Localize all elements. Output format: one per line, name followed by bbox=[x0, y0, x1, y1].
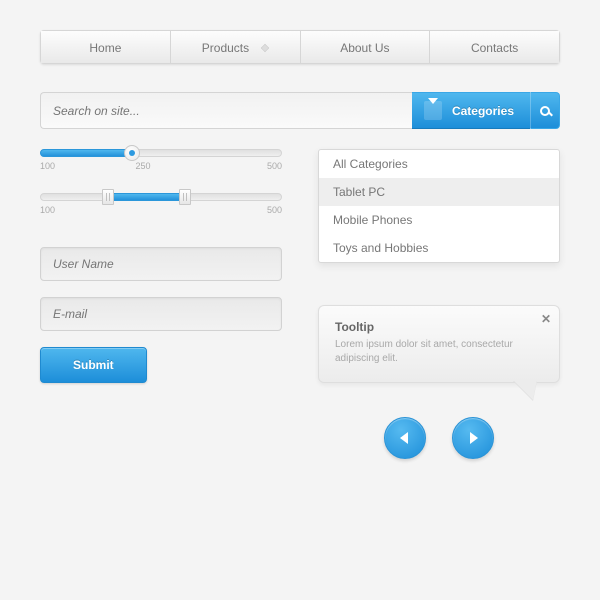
dropdown-indicator-icon bbox=[261, 44, 269, 52]
dropdown-item[interactable]: All Categories bbox=[319, 150, 559, 178]
categories-label: Categories bbox=[452, 104, 514, 118]
categories-button[interactable]: Categories bbox=[412, 92, 530, 129]
pager-buttons bbox=[318, 417, 560, 459]
range-track[interactable] bbox=[40, 193, 282, 201]
arrow-right-icon bbox=[470, 432, 478, 444]
submit-button[interactable]: Submit bbox=[40, 347, 147, 383]
tooltip-tail-icon bbox=[513, 380, 537, 400]
nav-item-home[interactable]: Home bbox=[40, 30, 170, 64]
previous-button[interactable] bbox=[384, 417, 426, 459]
nav-label: About Us bbox=[340, 41, 389, 55]
nav-label: Products bbox=[202, 41, 249, 55]
dropdown-item[interactable]: Toys and Hobbies bbox=[319, 234, 559, 262]
top-nav: Home Products About Us Contacts bbox=[40, 30, 560, 64]
slider-handle[interactable] bbox=[124, 145, 140, 161]
nav-item-contacts[interactable]: Contacts bbox=[429, 30, 560, 64]
search-button[interactable] bbox=[530, 92, 560, 129]
slider-track[interactable] bbox=[40, 149, 282, 157]
range-handle-low[interactable] bbox=[102, 189, 114, 205]
slider-range: 100 500 bbox=[40, 193, 282, 215]
tooltip-bubble: ✕ Tooltip Lorem ipsum dolor sit amet, co… bbox=[318, 305, 560, 383]
nav-label: Home bbox=[89, 41, 121, 55]
range-max-label: 500 bbox=[267, 205, 282, 215]
dropdown-item[interactable]: Mobile Phones bbox=[319, 206, 559, 234]
range-handle-high[interactable] bbox=[179, 189, 191, 205]
dropdown-item[interactable]: Tablet PC bbox=[319, 178, 559, 206]
range-min-label: 100 bbox=[40, 205, 55, 215]
chevron-down-icon bbox=[424, 101, 442, 120]
search-icon bbox=[540, 106, 550, 116]
categories-dropdown: All Categories Tablet PC Mobile Phones T… bbox=[318, 149, 560, 263]
username-field[interactable] bbox=[40, 247, 282, 281]
slider-min-label: 100 bbox=[40, 161, 55, 171]
tooltip-title: Tooltip bbox=[335, 320, 543, 334]
search-input[interactable] bbox=[40, 92, 412, 129]
slider-single: 100 250 500 bbox=[40, 149, 282, 171]
next-button[interactable] bbox=[452, 417, 494, 459]
slider-max-label: 500 bbox=[267, 161, 282, 171]
email-field[interactable] bbox=[40, 297, 282, 331]
tooltip-body: Lorem ipsum dolor sit amet, consectetur … bbox=[335, 338, 543, 366]
search-bar: Categories bbox=[40, 92, 560, 129]
slider-mid-label: 250 bbox=[135, 161, 150, 171]
nav-label: Contacts bbox=[471, 41, 518, 55]
nav-item-about[interactable]: About Us bbox=[300, 30, 430, 64]
nav-item-products[interactable]: Products bbox=[170, 30, 300, 64]
close-icon[interactable]: ✕ bbox=[541, 312, 551, 326]
arrow-left-icon bbox=[400, 432, 408, 444]
